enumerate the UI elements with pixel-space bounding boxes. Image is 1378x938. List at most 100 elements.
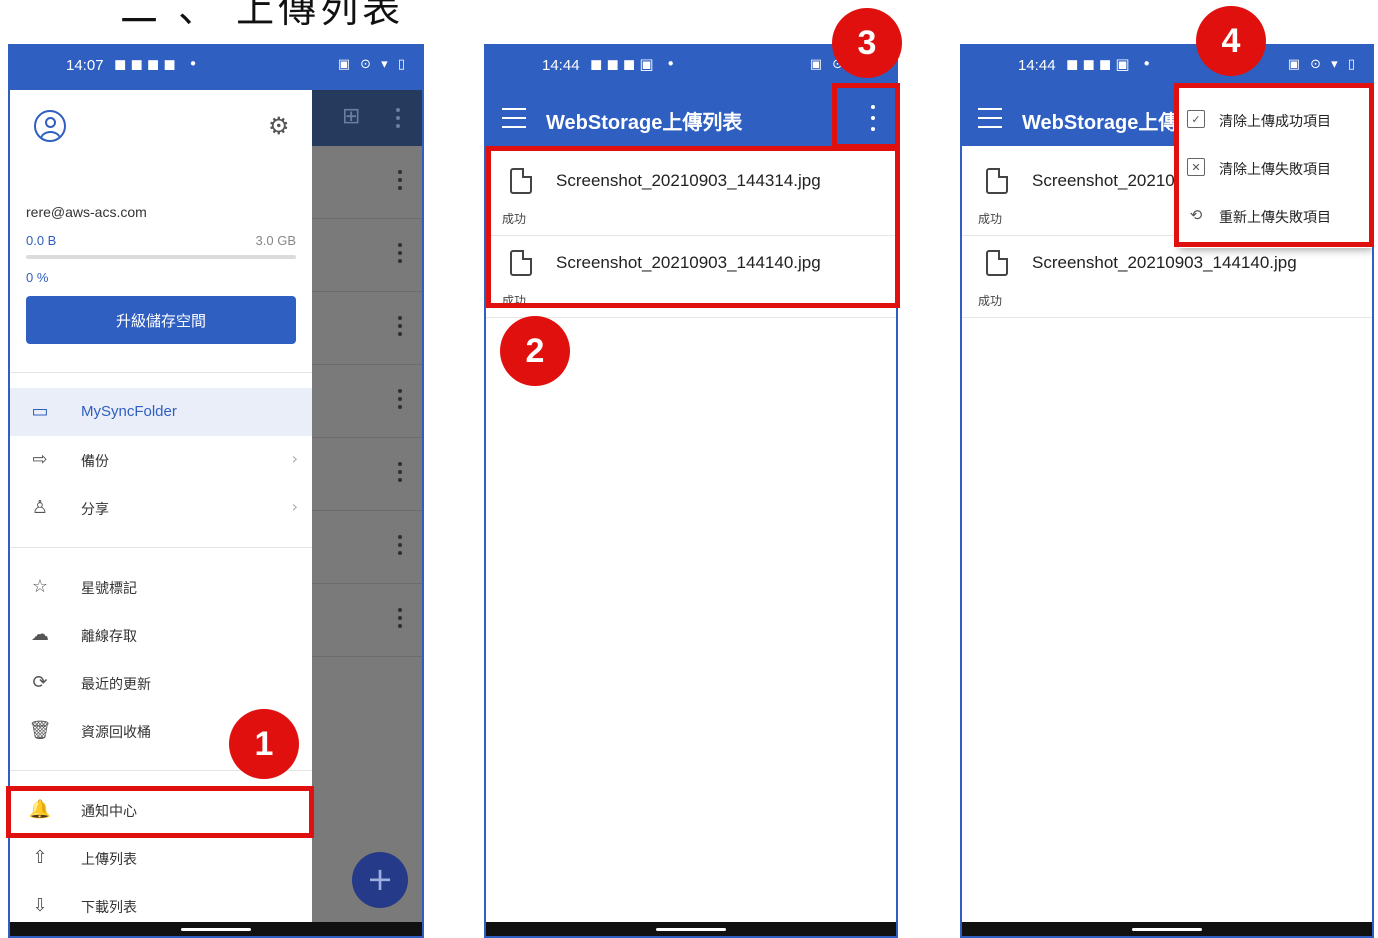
more-options-icon[interactable]	[868, 105, 878, 131]
clear-success-icon: ✓	[1187, 110, 1205, 128]
more-icon	[398, 389, 402, 409]
file-name: Screenshot_20210903_144314.jpg	[556, 171, 821, 190]
more-icon	[398, 170, 402, 190]
drawer-item-backup[interactable]: ⇨ 備份 ›	[10, 436, 312, 484]
file-icon	[510, 168, 532, 194]
gear-icon[interactable]: ⚙	[268, 112, 290, 140]
dimmed-row	[312, 292, 422, 365]
drawer-item-label: MySyncFolder	[81, 403, 177, 420]
dimmed-row	[312, 511, 422, 584]
dimmed-row	[312, 438, 422, 511]
account-email: rere@aws-acs.com	[26, 204, 147, 220]
hamburger-menu-icon[interactable]	[502, 108, 526, 128]
file-name: Screenshot_20210903_144140.jpg	[556, 253, 821, 272]
drawer-item-label: 通知中心	[81, 804, 137, 820]
phone-upload-list-screen: 14:44 ◼◼◼▣ • ▣ ⊙ WebStorage上傳列表 Screensh…	[484, 44, 898, 938]
home-handle[interactable]	[181, 928, 251, 931]
drawer-item-label: 最近的更新	[81, 677, 151, 693]
dimmed-row	[312, 584, 422, 657]
quota-percent: 0 %	[26, 270, 49, 285]
menu-item-clear-failed[interactable]: ✕ 清除上傳失敗項目	[1179, 144, 1372, 192]
menu-item-clear-succeeded[interactable]: ✓ 清除上傳成功項目	[1179, 96, 1372, 144]
quota-total: 3.0 GB	[255, 233, 296, 248]
divider	[10, 547, 312, 548]
navigation-drawer: ⚙ rere@aws-acs.com 0.0 B 3.0 GB 0 % 升級儲存…	[10, 90, 312, 922]
drawer-item-offline[interactable]: ☁ 離線存取	[10, 611, 312, 659]
backup-folder-icon: ⇨	[32, 449, 48, 470]
hamburger-menu-icon[interactable]	[978, 108, 1002, 128]
upload-status: 成功	[978, 212, 1003, 226]
clear-failed-icon: ✕	[1187, 158, 1205, 176]
status-time: 14:07	[66, 57, 104, 74]
drawer-item-label: 星號標記	[81, 581, 137, 597]
gesture-nav-bar	[10, 922, 422, 936]
gesture-nav-bar	[486, 922, 896, 936]
menu-item-retry-failed[interactable]: ⟲ 重新上傳失敗項目	[1179, 192, 1372, 240]
status-bar: 14:44 ◼◼◼▣ • ▣ ⊙ ▾ ▯	[962, 46, 1372, 90]
upload-icon: ⇧	[32, 847, 48, 868]
dimmed-row	[312, 219, 422, 292]
page-title: WebStorage上傳列	[1022, 112, 1199, 134]
file-icon	[510, 250, 532, 276]
more-icon	[398, 316, 402, 336]
upload-status: 成功	[978, 294, 1003, 308]
page-title: WebStorage上傳列表	[546, 112, 743, 134]
step-badge-2: 2	[500, 316, 570, 386]
divider	[10, 372, 312, 373]
add-fab-button[interactable]: +	[352, 852, 408, 908]
chevron-right-icon: ›	[291, 497, 298, 516]
system-icons: ▣ ⊙ ▾ ▯	[1287, 57, 1358, 72]
app-bar: WebStorage上傳列表	[486, 90, 896, 146]
list-item[interactable]: Screenshot_20210903_144314.jpg 成功	[486, 154, 896, 236]
overflow-menu: ✓ 清除上傳成功項目 ✕ 清除上傳失敗項目 ⟲ 重新上傳失敗項目	[1179, 88, 1372, 248]
menu-item-label: 清除上傳成功項目	[1219, 114, 1331, 130]
upload-status: 成功	[502, 294, 527, 308]
refresh-icon: ⟳	[32, 672, 48, 693]
drawer-item-share[interactable]: ♙ 分享 ›	[10, 484, 312, 532]
grid-view-icon: ⊞	[342, 104, 361, 129]
file-icon	[986, 168, 1008, 194]
avatar-icon[interactable]	[34, 110, 66, 142]
more-icon	[398, 462, 402, 482]
notification-icons: ◼◼◼▣ •	[590, 55, 680, 73]
drawer-scrim[interactable]: ⊞	[312, 90, 422, 922]
phone-drawer-screen: 14:07 ◼◼◼◼ • ▣ ⊙ ▾ ▯ ⊞ ⚙ rere@aws-acs.co…	[8, 44, 424, 938]
status-time: 14:44	[1018, 57, 1056, 74]
notification-icons: ◼◼◼▣ •	[1066, 55, 1156, 73]
more-icon	[398, 243, 402, 263]
file-icon	[986, 250, 1008, 276]
people-icon: ♙	[31, 497, 49, 518]
drawer-item-recent[interactable]: ⟳ 最近的更新	[10, 659, 312, 707]
page-heading: 二 、 上傳列表	[120, 0, 405, 31]
quota-progress-bar	[26, 255, 296, 259]
list-item[interactable]: Screenshot_20210903_144140.jpg 成功	[962, 236, 1372, 318]
cloud-check-icon: ☁	[31, 624, 49, 645]
laptop-icon: ▭	[31, 401, 49, 422]
upgrade-storage-button[interactable]: 升級儲存空間	[26, 296, 296, 344]
step-badge-1: 1	[229, 709, 299, 779]
drawer-item-notifications[interactable]: 🔔 通知中心	[10, 786, 312, 834]
drawer-item-label: 離線存取	[81, 629, 137, 645]
dimmed-app-bar: ⊞	[312, 90, 422, 146]
more-icon	[396, 108, 400, 128]
notification-icons: ◼◼◼◼ •	[114, 55, 202, 73]
menu-item-label: 重新上傳失敗項目	[1219, 210, 1331, 226]
drawer-item-upload-list[interactable]: ⇧ 上傳列表	[10, 834, 312, 882]
step-badge-3: 3	[832, 8, 902, 78]
dimmed-row	[312, 365, 422, 438]
drawer-item-label: 資源回收桶	[81, 725, 151, 741]
upload-status: 成功	[502, 212, 527, 226]
more-icon	[398, 608, 402, 628]
bell-icon: 🔔	[28, 799, 52, 820]
list-item[interactable]: Screenshot_20210903_144140.jpg 成功	[486, 236, 896, 318]
star-icon: ☆	[31, 576, 49, 597]
home-handle[interactable]	[1132, 928, 1202, 931]
home-handle[interactable]	[656, 928, 726, 931]
drawer-item-label: 備份	[81, 454, 109, 470]
system-icons: ▣ ⊙ ▾ ▯	[337, 57, 408, 72]
more-icon	[398, 535, 402, 555]
drawer-item-label: 上傳列表	[81, 852, 137, 868]
drawer-item-starred[interactable]: ☆ 星號標記	[10, 563, 312, 611]
drawer-item-mysyncfolder[interactable]: ▭ MySyncFolder	[10, 388, 312, 436]
status-bar: 14:07 ◼◼◼◼ • ▣ ⊙ ▾ ▯	[10, 46, 422, 90]
